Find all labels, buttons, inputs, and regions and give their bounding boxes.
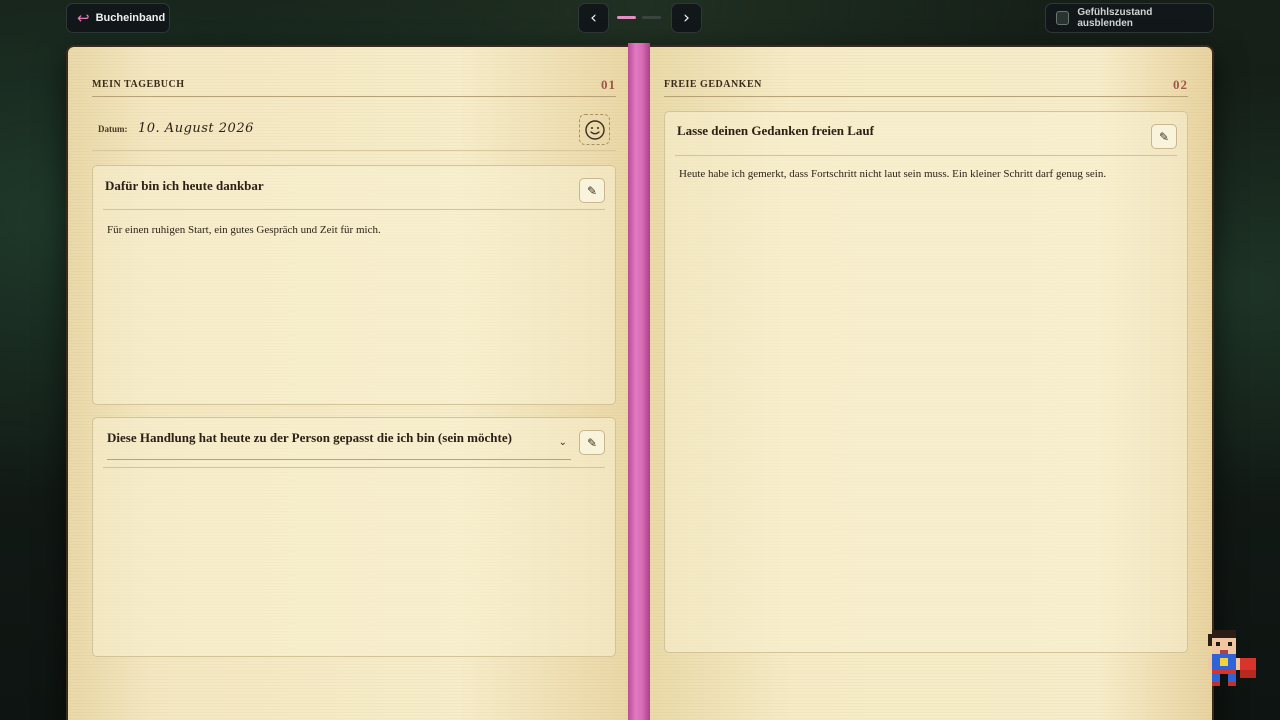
- gratitude-card: Dafür bin ich heute dankbar ✎ Für einen …: [92, 165, 616, 405]
- action-select[interactable]: Diese Handlung hat heute zu der Person g…: [107, 430, 571, 460]
- date-value[interactable]: 10. August 2026: [138, 121, 254, 136]
- next-page-button[interactable]: ›: [671, 3, 702, 33]
- action-card: Diese Handlung hat heute zu der Person g…: [92, 417, 616, 657]
- left-page: MEIN TAGEBUCH 01 Datum: 10. August 2026 …: [68, 47, 628, 720]
- gratitude-title: Dafür bin ich heute dankbar: [105, 178, 264, 193]
- right-page: FREIE GEDANKEN 02 Lasse deinen Gedanken …: [650, 47, 1212, 720]
- page-indicator-dot-2[interactable]: [642, 16, 661, 19]
- previous-page-button[interactable]: ‹: [578, 3, 609, 33]
- smiley-icon: [584, 119, 605, 140]
- chevron-left-icon: ‹: [590, 8, 597, 28]
- free-thoughts-edit-button[interactable]: ✎: [1151, 124, 1177, 149]
- action-card-header: Diese Handlung hat heute zu der Person g…: [103, 418, 605, 468]
- chevron-right-icon: ›: [683, 8, 690, 28]
- gratitude-card-header: Dafür bin ich heute dankbar ✎: [103, 166, 605, 210]
- action-edit-button[interactable]: ✎: [579, 430, 605, 455]
- chevron-down-icon: ⌄: [558, 437, 567, 448]
- free-thoughts-title: Lasse deinen Gedanken freien Lauf: [677, 123, 874, 138]
- bookmark-ribbon: [628, 43, 650, 720]
- hide-mood-toggle[interactable]: Gefühlszustand ausblenden: [1045, 3, 1214, 33]
- free-thoughts-card: Lasse deinen Gedanken freien Lauf ✎ Heut…: [664, 111, 1188, 653]
- mood-selector-button[interactable]: [579, 114, 610, 145]
- gratitude-text[interactable]: Für einen ruhigen Start, ein gutes Gespr…: [107, 222, 601, 238]
- hide-mood-label: Gefühlszustand ausblenden: [1077, 7, 1153, 29]
- gratitude-edit-button[interactable]: ✎: [579, 178, 605, 203]
- return-arrow-icon: ↩: [77, 8, 90, 27]
- date-row: Datum: 10. August 2026: [92, 111, 616, 151]
- pencil-icon: ✎: [586, 435, 598, 450]
- action-select-value: Diese Handlung hat heute zu der Person g…: [107, 430, 512, 445]
- journal-book: MEIN TAGEBUCH 01 Datum: 10. August 2026 …: [66, 43, 1214, 720]
- free-thoughts-text[interactable]: Heute habe ich gemerkt, dass Fortschritt…: [679, 166, 1173, 182]
- hide-mood-checkbox[interactable]: [1056, 11, 1070, 25]
- pencil-icon: ✎: [1158, 129, 1170, 144]
- left-page-header: MEIN TAGEBUCH 01: [92, 73, 616, 97]
- free-thoughts-header: Lasse deinen Gedanken freien Lauf ✎: [675, 112, 1177, 156]
- back-to-cover-button[interactable]: ↩ Bucheinband: [66, 3, 170, 33]
- pencil-icon: ✎: [586, 183, 598, 198]
- page-title: MEIN TAGEBUCH: [92, 79, 185, 90]
- date-label: Datum:: [98, 124, 128, 134]
- back-button-label: Bucheinband: [95, 12, 166, 24]
- page-indicator: [617, 16, 661, 19]
- page-indicator-dot-1[interactable]: [617, 16, 636, 19]
- right-page-header: FREIE GEDANKEN 02: [664, 73, 1188, 97]
- page-number: 01: [601, 76, 616, 92]
- page-number: 02: [1173, 76, 1188, 92]
- pixel-superhero-icon[interactable]: [1196, 626, 1260, 690]
- page-title: FREIE GEDANKEN: [664, 79, 762, 90]
